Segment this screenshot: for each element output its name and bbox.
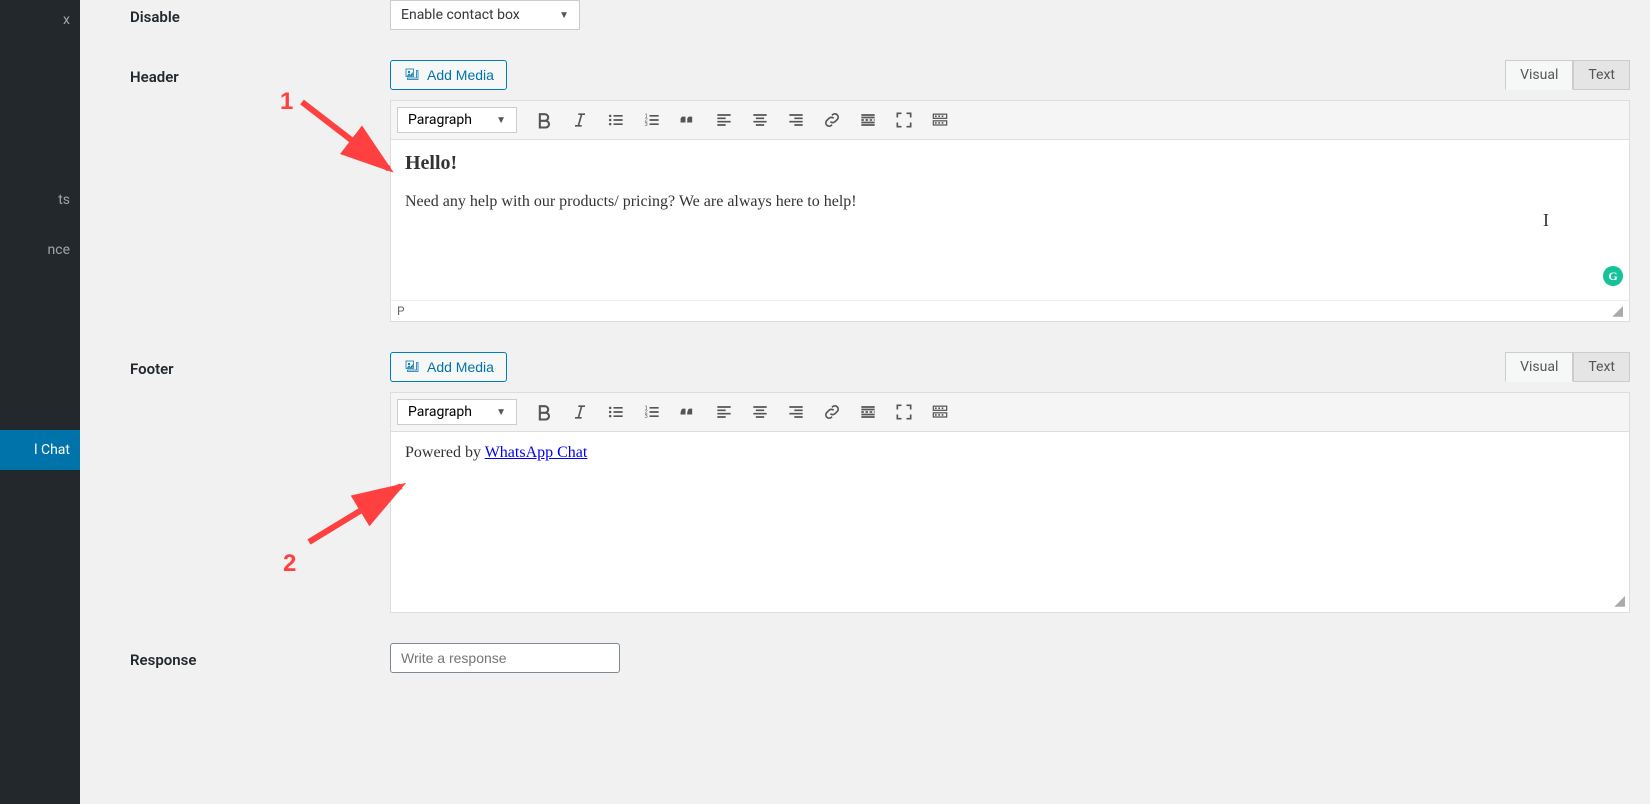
header-editor-tabs: Visual Text [1505,60,1630,90]
row-response: Response [130,643,1630,673]
toolbar-toggle-icon[interactable] [923,397,957,427]
footer-editor-tabs: Visual Text [1505,352,1630,382]
header-tab-visual[interactable]: Visual [1505,60,1573,90]
footer-editor-body[interactable]: Powered by WhatsApp Chat ◢ [391,432,1629,612]
label-header: Header [130,60,390,86]
media-icon [403,358,421,376]
footer-tab-text[interactable]: Text [1573,352,1630,382]
header-editor-body[interactable]: Hello! Need any help with our products/ … [391,140,1629,300]
footer-editor: Paragraph ▼ 123 Po [390,392,1630,613]
grammarly-icon[interactable]: G [1603,266,1623,286]
header-editor: Paragraph ▼ 123 He [390,100,1630,322]
footer-tab-visual[interactable]: Visual [1505,352,1573,382]
media-icon [403,66,421,84]
read-more-icon[interactable] [851,397,885,427]
italic-icon[interactable] [563,105,597,135]
main-content: Disable Enable contact box ▼ Header Add … [80,0,1650,723]
bold-icon[interactable] [527,397,561,427]
disable-select-value: Enable contact box [401,7,520,23]
header-tab-text[interactable]: Text [1573,60,1630,90]
align-right-icon[interactable] [779,397,813,427]
numbered-list-icon[interactable]: 123 [635,397,669,427]
row-disable: Disable Enable contact box ▼ [130,0,1630,30]
blockquote-icon[interactable] [671,397,705,427]
row-footer: Footer Add Media Visual Text Paragraph ▼ [130,352,1630,613]
text-cursor-icon: I [1543,210,1549,231]
align-left-icon[interactable] [707,397,741,427]
footer-add-media-button[interactable]: Add Media [390,352,507,382]
fullscreen-icon[interactable] [887,105,921,135]
footer-format-select[interactable]: Paragraph ▼ [397,399,517,425]
header-format-value: Paragraph [408,112,472,128]
align-center-icon[interactable] [743,397,777,427]
header-content-title: Hello! [405,152,1615,175]
sidebar-item-x[interactable]: x [0,0,80,40]
italic-icon[interactable] [563,397,597,427]
label-response: Response [130,643,390,669]
header-format-select[interactable]: Paragraph ▼ [397,107,517,133]
bullet-list-icon[interactable] [599,397,633,427]
footer-toolbar: Paragraph ▼ 123 [391,393,1629,432]
label-footer: Footer [130,352,390,378]
link-icon[interactable] [815,397,849,427]
svg-text:3: 3 [645,122,648,128]
footer-prefix: Powered by [405,444,485,461]
response-input[interactable] [390,643,620,673]
fullscreen-icon[interactable] [887,397,921,427]
bold-icon[interactable] [527,105,561,135]
sidebar-item-nce[interactable]: nce [0,230,80,270]
caret-down-icon: ▼ [496,407,506,418]
footer-add-media-label: Add Media [427,359,494,375]
align-left-icon[interactable] [707,105,741,135]
header-add-media-button[interactable]: Add Media [390,60,507,90]
footer-content: Powered by WhatsApp Chat [405,444,1615,462]
admin-sidebar: x ts nce l Chat [0,0,80,804]
sidebar-item-chat[interactable]: l Chat [0,430,80,470]
link-icon[interactable] [815,105,849,135]
header-content-text: Need any help with our products/ pricing… [405,193,1615,211]
resize-handle-icon[interactable]: ◢ [1612,303,1623,319]
resize-handle-icon[interactable]: ◢ [1614,593,1625,610]
header-status-path: P [397,304,405,318]
numbered-list-icon[interactable]: 123 [635,105,669,135]
align-right-icon[interactable] [779,105,813,135]
sidebar-item-ts[interactable]: ts [0,180,80,220]
header-toolbar: Paragraph ▼ 123 [391,101,1629,140]
footer-format-value: Paragraph [408,404,472,420]
header-editor-status: P ◢ [391,300,1629,321]
svg-text:3: 3 [645,414,648,420]
disable-select[interactable]: Enable contact box ▼ [390,0,580,30]
label-disable: Disable [130,0,390,26]
caret-down-icon: ▼ [559,10,569,21]
read-more-icon[interactable] [851,105,885,135]
caret-down-icon: ▼ [496,115,506,126]
bullet-list-icon[interactable] [599,105,633,135]
header-add-media-label: Add Media [427,67,494,83]
row-header: Header Add Media Visual Text Paragraph ▼ [130,60,1630,322]
blockquote-icon[interactable] [671,105,705,135]
align-center-icon[interactable] [743,105,777,135]
toolbar-toggle-icon[interactable] [923,105,957,135]
footer-link[interactable]: WhatsApp Chat [485,444,588,461]
